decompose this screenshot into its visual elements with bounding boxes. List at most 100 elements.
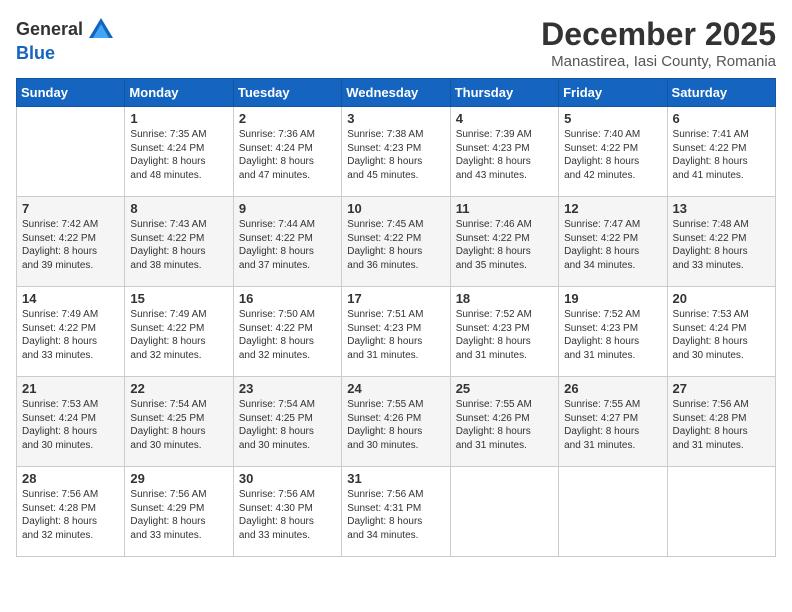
weekday-header-monday: Monday xyxy=(125,79,233,107)
day-info: Sunrise: 7:55 AMSunset: 4:26 PMDaylight:… xyxy=(456,398,553,452)
calendar-cell: 20 Sunrise: 7:53 AMSunset: 4:24 PMDayligh… xyxy=(667,287,775,377)
location-subtitle: Manastirea, Iasi County, Romania xyxy=(541,53,776,70)
calendar-cell xyxy=(667,467,775,557)
calendar-week-row: 21 Sunrise: 7:53 AMSunset: 4:24 PMDayligh… xyxy=(17,377,776,467)
day-info: Sunrise: 7:38 AMSunset: 4:23 PMDaylight:… xyxy=(347,128,444,182)
day-number: 13 xyxy=(673,201,770,216)
day-number: 24 xyxy=(347,381,444,396)
day-info: Sunrise: 7:56 AMSunset: 4:28 PMDaylight:… xyxy=(22,488,119,542)
day-info: Sunrise: 7:51 AMSunset: 4:23 PMDaylight:… xyxy=(347,308,444,362)
day-number: 18 xyxy=(456,291,553,306)
day-number: 30 xyxy=(239,471,336,486)
day-info: Sunrise: 7:49 AMSunset: 4:22 PMDaylight:… xyxy=(130,308,227,362)
header: General Blue December 2025 Manastirea, I… xyxy=(16,16,776,70)
day-info: Sunrise: 7:41 AMSunset: 4:22 PMDaylight:… xyxy=(673,128,770,182)
day-info: Sunrise: 7:40 AMSunset: 4:22 PMDaylight:… xyxy=(564,128,661,182)
calendar-cell: 11 Sunrise: 7:46 AMSunset: 4:22 PMDayligh… xyxy=(450,197,558,287)
logo-blue-text: Blue xyxy=(16,43,55,63)
day-number: 21 xyxy=(22,381,119,396)
weekday-header-saturday: Saturday xyxy=(667,79,775,107)
calendar-cell: 8 Sunrise: 7:43 AMSunset: 4:22 PMDaylight… xyxy=(125,197,233,287)
day-info: Sunrise: 7:46 AMSunset: 4:22 PMDaylight:… xyxy=(456,218,553,272)
logo: General Blue xyxy=(16,16,119,64)
day-info: Sunrise: 7:56 AMSunset: 4:31 PMDaylight:… xyxy=(347,488,444,542)
day-number: 7 xyxy=(22,201,119,216)
calendar-cell: 3 Sunrise: 7:38 AMSunset: 4:23 PMDaylight… xyxy=(342,107,450,197)
day-number: 9 xyxy=(239,201,336,216)
calendar-week-row: 14 Sunrise: 7:49 AMSunset: 4:22 PMDayligh… xyxy=(17,287,776,377)
calendar-cell xyxy=(559,467,667,557)
day-number: 22 xyxy=(130,381,227,396)
day-info: Sunrise: 7:55 AMSunset: 4:27 PMDaylight:… xyxy=(564,398,661,452)
day-info: Sunrise: 7:56 AMSunset: 4:28 PMDaylight:… xyxy=(673,398,770,452)
day-number: 11 xyxy=(456,201,553,216)
weekday-header-thursday: Thursday xyxy=(450,79,558,107)
day-info: Sunrise: 7:52 AMSunset: 4:23 PMDaylight:… xyxy=(564,308,661,362)
day-number: 1 xyxy=(130,111,227,126)
calendar-cell: 18 Sunrise: 7:52 AMSunset: 4:23 PMDayligh… xyxy=(450,287,558,377)
day-number: 14 xyxy=(22,291,119,306)
day-number: 31 xyxy=(347,471,444,486)
day-number: 2 xyxy=(239,111,336,126)
month-title: December 2025 xyxy=(541,16,776,53)
day-info: Sunrise: 7:53 AMSunset: 4:24 PMDaylight:… xyxy=(22,398,119,452)
calendar-cell: 29 Sunrise: 7:56 AMSunset: 4:29 PMDayligh… xyxy=(125,467,233,557)
calendar-cell: 1 Sunrise: 7:35 AMSunset: 4:24 PMDaylight… xyxy=(125,107,233,197)
day-info: Sunrise: 7:43 AMSunset: 4:22 PMDaylight:… xyxy=(130,218,227,272)
day-number: 8 xyxy=(130,201,227,216)
day-number: 16 xyxy=(239,291,336,306)
calendar-week-row: 1 Sunrise: 7:35 AMSunset: 4:24 PMDaylight… xyxy=(17,107,776,197)
calendar-cell: 21 Sunrise: 7:53 AMSunset: 4:24 PMDayligh… xyxy=(17,377,125,467)
day-info: Sunrise: 7:35 AMSunset: 4:24 PMDaylight:… xyxy=(130,128,227,182)
weekday-header-sunday: Sunday xyxy=(17,79,125,107)
calendar-cell: 16 Sunrise: 7:50 AMSunset: 4:22 PMDayligh… xyxy=(233,287,341,377)
logo-general-text: General xyxy=(16,20,83,40)
calendar-cell: 24Sunrise: 7:55 AMSunset: 4:26 PMDayligh… xyxy=(342,377,450,467)
day-number: 20 xyxy=(673,291,770,306)
day-number: 28 xyxy=(22,471,119,486)
day-info: Sunrise: 7:44 AMSunset: 4:22 PMDaylight:… xyxy=(239,218,336,272)
day-number: 12 xyxy=(564,201,661,216)
calendar-week-row: 28 Sunrise: 7:56 AMSunset: 4:28 PMDayligh… xyxy=(17,467,776,557)
title-section: December 2025 Manastirea, Iasi County, R… xyxy=(541,16,776,70)
day-info: Sunrise: 7:42 AMSunset: 4:22 PMDaylight:… xyxy=(22,218,119,272)
calendar-cell: 25Sunrise: 7:55 AMSunset: 4:26 PMDayligh… xyxy=(450,377,558,467)
day-number: 6 xyxy=(673,111,770,126)
calendar-cell: 6 Sunrise: 7:41 AMSunset: 4:22 PMDaylight… xyxy=(667,107,775,197)
day-info: Sunrise: 7:56 AMSunset: 4:29 PMDaylight:… xyxy=(130,488,227,542)
calendar-cell: 14 Sunrise: 7:49 AMSunset: 4:22 PMDayligh… xyxy=(17,287,125,377)
calendar-table: SundayMondayTuesdayWednesdayThursdayFrid… xyxy=(16,78,776,557)
calendar-cell: 19Sunrise: 7:52 AMSunset: 4:23 PMDayligh… xyxy=(559,287,667,377)
day-info: Sunrise: 7:53 AMSunset: 4:24 PMDaylight:… xyxy=(673,308,770,362)
weekday-header-row: SundayMondayTuesdayWednesdayThursdayFrid… xyxy=(17,79,776,107)
calendar-cell: 15 Sunrise: 7:49 AMSunset: 4:22 PMDayligh… xyxy=(125,287,233,377)
calendar-cell: 28 Sunrise: 7:56 AMSunset: 4:28 PMDayligh… xyxy=(17,467,125,557)
weekday-header-friday: Friday xyxy=(559,79,667,107)
calendar-cell xyxy=(450,467,558,557)
calendar-cell: 7 Sunrise: 7:42 AMSunset: 4:22 PMDaylight… xyxy=(17,197,125,287)
weekday-header-wednesday: Wednesday xyxy=(342,79,450,107)
calendar-cell: 22 Sunrise: 7:54 AMSunset: 4:25 PMDayligh… xyxy=(125,377,233,467)
day-number: 15 xyxy=(130,291,227,306)
day-number: 29 xyxy=(130,471,227,486)
calendar-week-row: 7 Sunrise: 7:42 AMSunset: 4:22 PMDaylight… xyxy=(17,197,776,287)
calendar-cell: 30 Sunrise: 7:56 AMSunset: 4:30 PMDayligh… xyxy=(233,467,341,557)
day-info: Sunrise: 7:54 AMSunset: 4:25 PMDaylight:… xyxy=(130,398,227,452)
day-info: Sunrise: 7:45 AMSunset: 4:22 PMDaylight:… xyxy=(347,218,444,272)
day-number: 3 xyxy=(347,111,444,126)
day-info: Sunrise: 7:48 AMSunset: 4:22 PMDaylight:… xyxy=(673,218,770,272)
calendar-cell: 9 Sunrise: 7:44 AMSunset: 4:22 PMDaylight… xyxy=(233,197,341,287)
calendar-cell: 5Sunrise: 7:40 AMSunset: 4:22 PMDaylight… xyxy=(559,107,667,197)
calendar-cell: 10Sunrise: 7:45 AMSunset: 4:22 PMDayligh… xyxy=(342,197,450,287)
day-info: Sunrise: 7:54 AMSunset: 4:25 PMDaylight:… xyxy=(239,398,336,452)
day-info: Sunrise: 7:47 AMSunset: 4:22 PMDaylight:… xyxy=(564,218,661,272)
day-info: Sunrise: 7:49 AMSunset: 4:22 PMDaylight:… xyxy=(22,308,119,362)
calendar-cell: 13 Sunrise: 7:48 AMSunset: 4:22 PMDayligh… xyxy=(667,197,775,287)
day-info: Sunrise: 7:52 AMSunset: 4:23 PMDaylight:… xyxy=(456,308,553,362)
day-info: Sunrise: 7:56 AMSunset: 4:30 PMDaylight:… xyxy=(239,488,336,542)
calendar-cell: 31 Sunrise: 7:56 AMSunset: 4:31 PMDayligh… xyxy=(342,467,450,557)
day-info: Sunrise: 7:36 AMSunset: 4:24 PMDaylight:… xyxy=(239,128,336,182)
day-info: Sunrise: 7:50 AMSunset: 4:22 PMDaylight:… xyxy=(239,308,336,362)
calendar-cell xyxy=(17,107,125,197)
calendar-cell: 23Sunrise: 7:54 AMSunset: 4:25 PMDayligh… xyxy=(233,377,341,467)
